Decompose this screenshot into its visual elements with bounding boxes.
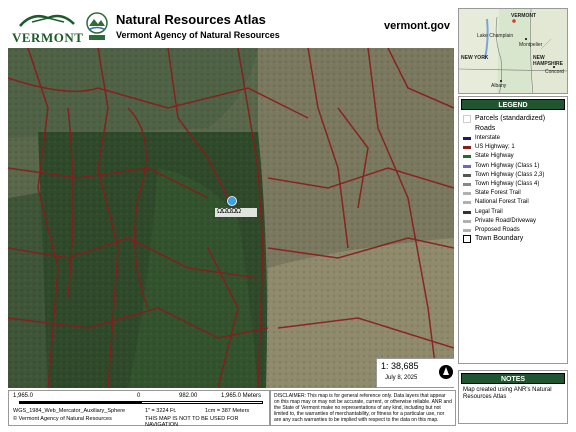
scale-bar-panel: 1,965.0 0 982.00 1,965.0 Meters WGS_1984… — [8, 390, 270, 428]
legend-road-swatch — [463, 201, 471, 205]
overview-map[interactable]: VERMONT Lake Champlain Montpelier NEW YO… — [458, 8, 568, 94]
legend-road-swatch — [463, 155, 471, 159]
overview-label-newhampshire: NEW HAMPSHIRE — [533, 55, 564, 67]
scale-bar-graphic — [19, 401, 263, 404]
overview-label-newyork: NEW YORK — [461, 55, 489, 61]
overview-label-montpelier: Montpelier — [519, 42, 543, 48]
legend-road-swatch — [463, 210, 471, 214]
legend-road-label: Town Highway (Class 4) — [475, 181, 540, 187]
notes-panel: NOTES Map created using ANR's Natural Re… — [458, 370, 568, 424]
disclaimer-text: DISCLAIMER: This map is for general refe… — [270, 390, 456, 426]
overview-label-concord: Concord — [545, 69, 564, 75]
map-canvas[interactable]: ΩΩΩΩΩ 1: 38,685 July 8, 2025 — [8, 48, 454, 388]
legend-road-label: Interstate — [475, 135, 501, 141]
header: VERMONT Natural Resources Atlas Vermont … — [8, 8, 454, 48]
map-imagery — [8, 48, 454, 388]
anr-logo-icon[interactable] — [86, 12, 108, 42]
legend-road-label: Town Highway (Class 2,3) — [475, 171, 545, 178]
overview-map-imagery — [459, 9, 567, 93]
legend-road-label: US Highway; 1 — [475, 144, 515, 151]
overview-label-vermont: VERMONT — [511, 13, 536, 19]
map-date: July 8, 2025 — [385, 375, 418, 381]
legend-road-label: Proposed Roads — [475, 227, 520, 233]
legend-road-swatch — [463, 219, 471, 223]
scale-right-value: 1,965.0 Meters — [221, 393, 262, 399]
vermont-logo-text: VERMONT — [12, 30, 84, 45]
legend-road-swatch — [463, 164, 471, 168]
navigation-warning: THIS MAP IS NOT TO BE USED FOR NAVIGATIO… — [145, 416, 239, 428]
legend-road-label: Town Highway (Class 1) — [475, 162, 540, 169]
vermont-logo-bird-icon — [19, 14, 75, 27]
legend-road-swatch — [463, 192, 471, 196]
scale-mid-value: 982.00 — [179, 393, 198, 399]
copyright-text: © Vermont Agency of Natural Resources — [13, 416, 112, 422]
overview-label-albany: Albany — [491, 83, 507, 89]
legend-road-label: Legal Trail — [475, 208, 503, 215]
scale-left-value: 1,965.0 — [13, 393, 34, 399]
legend-road-swatch — [463, 137, 471, 140]
marker-label: ΩΩΩΩΩ — [217, 208, 241, 215]
overview-label-lake: Lake Champlain — [477, 33, 514, 39]
legend-road-label: Private Road/Driveway — [475, 217, 537, 224]
legend-road-label: State Forest Trail — [475, 190, 521, 197]
legend-panel: LEGEND Parcels (standardized) Roads Inte… — [458, 96, 568, 364]
legend-road-swatch — [463, 146, 471, 150]
parcels-swatch — [463, 115, 471, 123]
scale-feet: 1" = 3224 Ft. — [145, 408, 177, 414]
legend-road-swatch — [463, 229, 471, 232]
vermont-logo[interactable]: VERMONT — [12, 10, 84, 46]
projection-text: WGS_1984_Web_Mercator_Auxiliary_Sphere — [13, 408, 126, 414]
legend-road-label: State Highway — [475, 153, 514, 160]
map-scale-box: 1: 38,685 July 8, 2025 — [376, 358, 454, 388]
scale-zero: 0 — [137, 393, 141, 399]
location-marker-icon[interactable] — [227, 196, 237, 206]
legend-title: LEGEND — [461, 99, 565, 110]
scale-ratio: 1: 38,685 — [381, 361, 419, 371]
legend-road-swatch — [463, 183, 471, 186]
north-arrow-icon — [439, 365, 453, 379]
page-title: Natural Resources Atlas — [116, 12, 266, 27]
legend-road-swatch — [463, 173, 471, 177]
notes-text: Map created using ANR's Natural Resource… — [463, 387, 552, 400]
notes-title: NOTES — [461, 373, 565, 384]
page-subtitle: Vermont Agency of Natural Resources — [116, 30, 280, 40]
scale-meters: 1cm = 387 Meters — [205, 408, 250, 414]
legend-road-label: National Forest Trail — [475, 199, 529, 206]
town-boundary-swatch — [463, 235, 471, 243]
site-link[interactable]: vermont.gov — [384, 20, 450, 32]
